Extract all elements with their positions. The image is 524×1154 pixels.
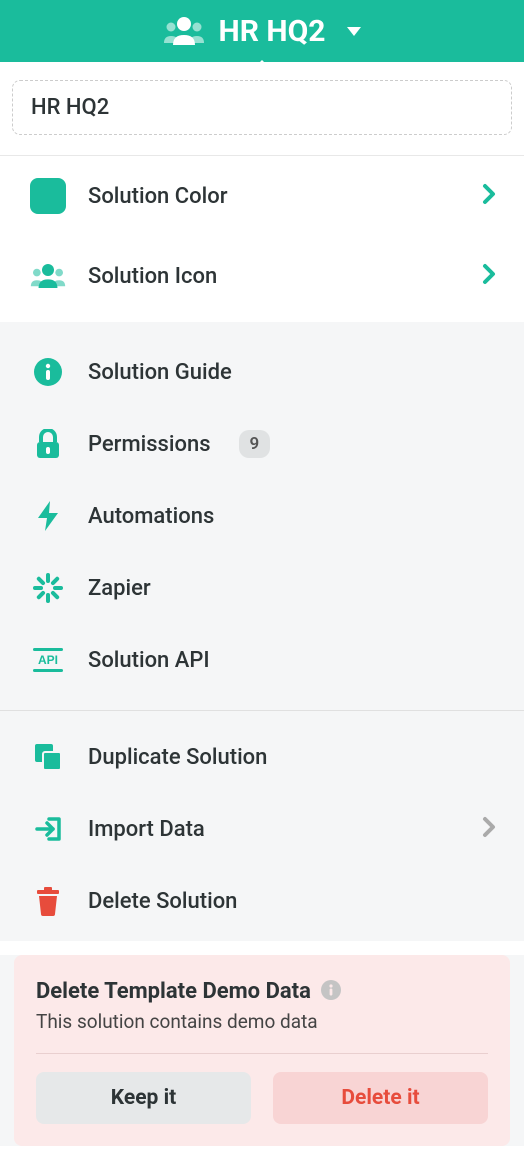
automations-label: Automations bbox=[88, 504, 496, 529]
delete-it-button[interactable]: Delete it bbox=[273, 1072, 488, 1124]
color-swatch bbox=[30, 178, 66, 214]
demo-data-card: Delete Template Demo Data This solution … bbox=[14, 955, 510, 1146]
header-pointer bbox=[250, 60, 274, 72]
users-icon bbox=[163, 15, 205, 47]
users-icon bbox=[30, 258, 66, 294]
import-icon bbox=[30, 811, 66, 847]
solution-color-label: Solution Color bbox=[88, 184, 460, 209]
solution-color-row[interactable]: Solution Color bbox=[0, 156, 524, 236]
solution-name-input[interactable] bbox=[12, 80, 512, 135]
solution-guide-label: Solution Guide bbox=[88, 360, 496, 385]
solution-icon-row[interactable]: Solution Icon bbox=[0, 236, 524, 316]
name-section bbox=[0, 62, 524, 156]
demo-subtitle: This solution contains demo data bbox=[36, 1010, 488, 1033]
solution-api-row[interactable]: API Solution API bbox=[0, 624, 524, 696]
duplicate-solution-label: Duplicate Solution bbox=[88, 745, 496, 770]
dropdown-caret-icon bbox=[347, 27, 361, 36]
keep-it-button[interactable]: Keep it bbox=[36, 1072, 251, 1124]
solution-icon-label: Solution Icon bbox=[88, 264, 460, 289]
chevron-right-icon bbox=[482, 183, 496, 209]
zapier-icon bbox=[30, 570, 66, 606]
zapier-row[interactable]: Zapier bbox=[0, 552, 524, 624]
trash-icon bbox=[30, 883, 66, 919]
info-icon bbox=[30, 354, 66, 390]
header[interactable]: HR HQ2 bbox=[0, 0, 524, 62]
import-data-label: Import Data bbox=[88, 817, 460, 842]
chevron-right-icon bbox=[482, 816, 496, 842]
delete-solution-row[interactable]: Delete Solution bbox=[0, 865, 524, 937]
duplicate-icon bbox=[30, 739, 66, 775]
zapier-label: Zapier bbox=[88, 576, 496, 601]
settings-section: Solution Guide Permissions 9 Automations bbox=[0, 322, 524, 711]
actions-section: Duplicate Solution Import Data Delete So… bbox=[0, 711, 524, 941]
duplicate-solution-row[interactable]: Duplicate Solution bbox=[0, 721, 524, 793]
demo-section-wrapper: Delete Template Demo Data This solution … bbox=[0, 955, 524, 1146]
permissions-label: Permissions bbox=[88, 432, 211, 457]
chevron-right-icon bbox=[482, 263, 496, 289]
header-title: HR HQ2 bbox=[219, 14, 326, 49]
solution-api-label: Solution API bbox=[88, 648, 496, 673]
lock-icon bbox=[30, 426, 66, 462]
permissions-row[interactable]: Permissions 9 bbox=[0, 408, 524, 480]
permissions-badge: 9 bbox=[239, 430, 271, 458]
info-icon[interactable] bbox=[321, 980, 341, 1004]
demo-title: Delete Template Demo Data bbox=[36, 979, 311, 1004]
svg-text:API: API bbox=[38, 653, 58, 667]
divider bbox=[36, 1053, 488, 1054]
delete-solution-label: Delete Solution bbox=[88, 889, 496, 914]
import-data-row[interactable]: Import Data bbox=[0, 793, 524, 865]
bolt-icon bbox=[30, 498, 66, 534]
appearance-section: Solution Color Solution Icon bbox=[0, 156, 524, 316]
automations-row[interactable]: Automations bbox=[0, 480, 524, 552]
solution-guide-row[interactable]: Solution Guide bbox=[0, 336, 524, 408]
api-icon: API bbox=[30, 642, 66, 678]
